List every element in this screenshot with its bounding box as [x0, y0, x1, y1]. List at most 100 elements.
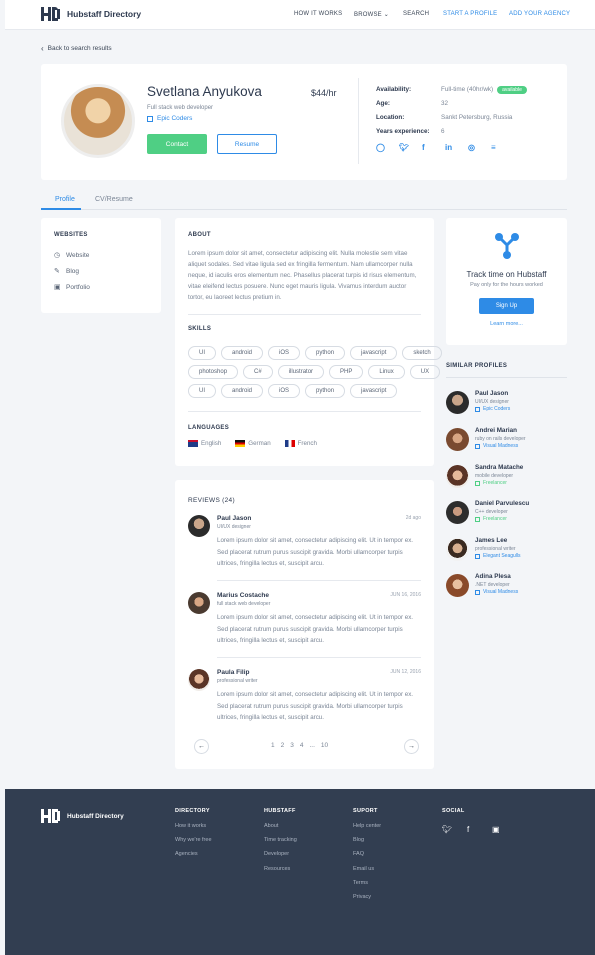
- dribbble-icon[interactable]: ◎: [468, 143, 491, 152]
- prev-page-button[interactable]: ←: [194, 739, 209, 754]
- twitter-icon[interactable]: 🐦︎: [399, 143, 422, 152]
- similar-name: Daniel Parvulescu: [475, 500, 530, 507]
- instagram-icon[interactable]: ▣: [492, 825, 517, 834]
- building-icon: [475, 553, 480, 559]
- germany-flag-icon: [235, 440, 246, 447]
- footer-heading: DIRECTORY: [175, 808, 210, 814]
- building-icon: [475, 589, 480, 595]
- twitter-icon[interactable]: 🐦︎: [442, 825, 467, 834]
- learn-more-link[interactable]: Learn more...: [446, 321, 567, 327]
- footer-heading: SOCIAL: [442, 808, 465, 814]
- footer-link[interactable]: Agencies: [175, 851, 212, 857]
- footer-link[interactable]: How it works: [175, 823, 212, 829]
- footer-link[interactable]: Resources: [264, 866, 297, 872]
- pagination: 1 2 3 4 ... 10: [271, 742, 334, 749]
- footer-link[interactable]: Time tracking: [264, 837, 297, 843]
- tab-cv-resume[interactable]: CV/Resume: [95, 196, 133, 203]
- portfolio-label: Portfolio: [66, 283, 90, 291]
- skill-tag[interactable]: javascript: [350, 384, 398, 398]
- github-icon[interactable]: ◯: [376, 143, 399, 152]
- contact-button[interactable]: Contact: [147, 134, 207, 154]
- skill-tag[interactable]: android: [221, 346, 264, 360]
- similar-name: Andrei Marian: [475, 427, 517, 434]
- building-icon: [475, 443, 480, 449]
- profile-company-link[interactable]: Epic Coders: [147, 115, 192, 122]
- reviewer-name[interactable]: Paula Filip: [217, 669, 250, 676]
- tab-profile[interactable]: Profile: [55, 196, 75, 203]
- page-link[interactable]: 1: [271, 742, 275, 749]
- info-label: Years experience:: [376, 128, 430, 135]
- similar-profile-item[interactable]: James Lee professional writer Elegant Se…: [446, 537, 567, 563]
- facebook-icon[interactable]: f: [467, 825, 492, 834]
- skill-tag[interactable]: iOS: [268, 346, 301, 360]
- skill-tag[interactable]: C#: [243, 365, 273, 379]
- footer-link[interactable]: Email us: [353, 866, 381, 872]
- similar-role: UI/UX designer: [475, 399, 509, 405]
- footer-link[interactable]: Blog: [353, 837, 381, 843]
- footer-link[interactable]: Help center: [353, 823, 381, 829]
- websites-card: WEBSITES ◷ Website ✎ Blog ▣ Portfolio: [41, 218, 161, 313]
- nav-search[interactable]: SEARCH: [403, 11, 429, 17]
- logo[interactable]: Hubstaff Directory: [41, 7, 141, 21]
- similar-company-label: Visual Madness: [483, 443, 519, 449]
- nav-start-profile[interactable]: START A PROFILE: [443, 11, 497, 17]
- footer-link[interactable]: Terms: [353, 880, 381, 886]
- arrow-right-icon: →: [408, 743, 415, 750]
- linkedin-icon[interactable]: in: [445, 143, 468, 152]
- page-link[interactable]: 4: [300, 742, 304, 749]
- similar-company: Visual Madness: [475, 589, 518, 595]
- website-link[interactable]: ◷ Website: [54, 251, 89, 260]
- similar-profile-item[interactable]: Andrei Marian ruby on rails developer Vi…: [446, 427, 567, 453]
- nav-how-it-works[interactable]: HOW IT WORKS: [294, 11, 342, 17]
- skill-tag[interactable]: UX: [409, 365, 441, 379]
- footer-logo[interactable]: Hubstaff Directory: [41, 809, 124, 823]
- footer-link[interactable]: Why we're free: [175, 837, 212, 843]
- stackoverflow-icon[interactable]: ≡: [491, 143, 514, 152]
- next-page-button[interactable]: →: [404, 739, 419, 754]
- page-link[interactable]: 10: [321, 742, 328, 749]
- signup-button[interactable]: Sign Up: [479, 298, 534, 314]
- reviewer-role: full stack web developer: [217, 601, 271, 607]
- similar-profile-item[interactable]: Daniel Parvulescu C++ developer Freelanc…: [446, 500, 567, 526]
- skill-tag[interactable]: PHP: [329, 365, 364, 379]
- review-text: Lorem ipsum dolor sit amet, consectetur …: [217, 691, 414, 721]
- back-link[interactable]: ‹ Back to search results: [41, 44, 112, 53]
- skill-tag[interactable]: python: [305, 384, 346, 398]
- reviewer-name[interactable]: Marius Costache: [217, 592, 269, 599]
- skill-tag[interactable]: android: [221, 384, 264, 398]
- skill-tag[interactable]: Linux: [368, 365, 405, 379]
- facebook-icon[interactable]: f: [422, 143, 445, 152]
- blog-link[interactable]: ✎ Blog: [54, 267, 80, 276]
- info-location: Location: Sankt Petersburg, Russia: [376, 114, 512, 121]
- nav-add-agency[interactable]: ADD YOUR AGENCY: [509, 11, 570, 17]
- availability-badge: available: [497, 86, 527, 94]
- similar-profile-item[interactable]: Sandra Matache mobile developer Freelanc…: [446, 464, 567, 490]
- skill-tag[interactable]: photoshop: [188, 365, 239, 379]
- blog-label: Blog: [66, 267, 80, 275]
- footer-link[interactable]: About: [264, 823, 297, 829]
- footer-link[interactable]: FAQ: [353, 851, 381, 857]
- similar-name: Sandra Matache: [475, 464, 524, 471]
- footer-link[interactable]: Developer: [264, 851, 297, 857]
- nav-browse[interactable]: BROWSE ⌄: [354, 11, 389, 18]
- similar-profile-item[interactable]: Adina Plesa .NET developer Visual Madnes…: [446, 573, 567, 599]
- similar-profile-item[interactable]: Paul Jason UI/UX designer Epic Coders: [446, 390, 567, 416]
- skill-tag[interactable]: iOS: [268, 384, 301, 398]
- page-link[interactable]: 3: [290, 742, 294, 749]
- footer-link[interactable]: Privacy: [353, 894, 381, 900]
- similar-company-label: Elegant Seagulls: [483, 553, 521, 559]
- skill-tag[interactable]: illustrator: [277, 365, 325, 379]
- similar-role: ruby on rails developer: [475, 436, 526, 442]
- skill-tag[interactable]: javascript: [350, 346, 398, 360]
- skill-tag[interactable]: UI: [188, 346, 216, 360]
- skill-tag[interactable]: python: [305, 346, 346, 360]
- skills-row: UI android iOS python javascript sketch: [188, 346, 447, 360]
- portfolio-link[interactable]: ▣ Portfolio: [54, 283, 90, 292]
- skill-tag[interactable]: UI: [188, 384, 216, 398]
- info-label: Location:: [376, 114, 405, 121]
- skill-tag[interactable]: sketch: [402, 346, 442, 360]
- footer-heading: HUBSTAFF: [264, 808, 296, 814]
- page-link[interactable]: 2: [281, 742, 285, 749]
- reviewer-name[interactable]: Paul Jason: [217, 515, 251, 522]
- resume-button[interactable]: Resume: [217, 134, 277, 154]
